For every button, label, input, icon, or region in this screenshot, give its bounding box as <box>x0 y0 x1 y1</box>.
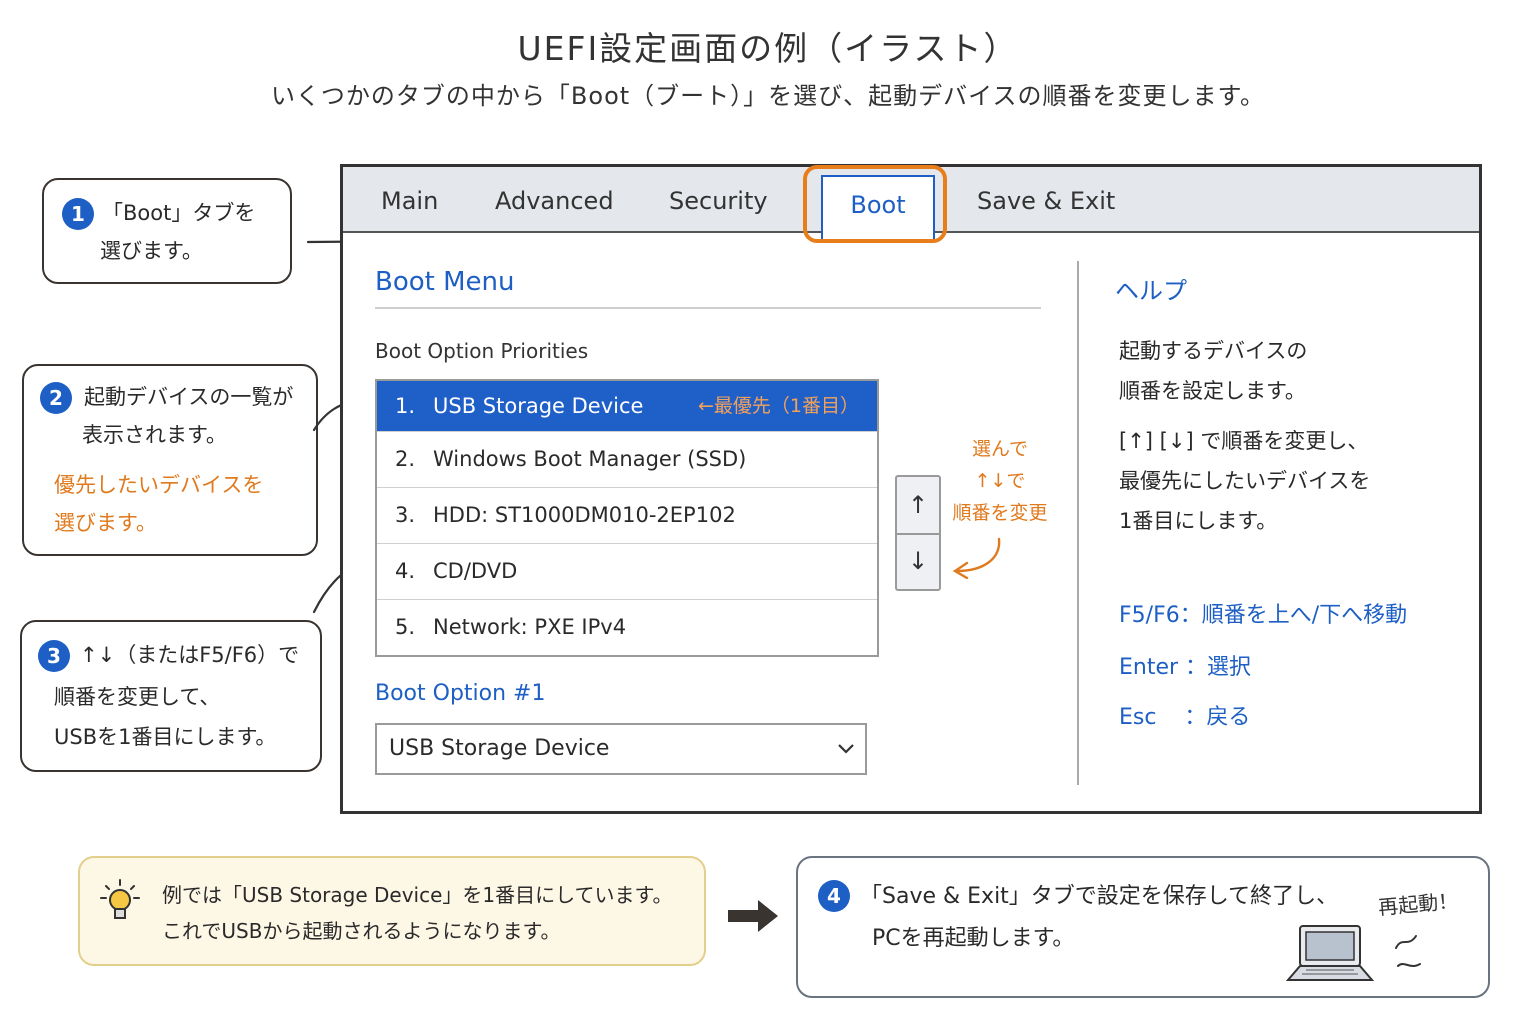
motion-lines-icon <box>1395 935 1421 967</box>
help-line: 最優先にしたいデバイスを <box>1119 469 1371 493</box>
reorder-side-note: 選んで ↑↓で 順番を変更 <box>947 433 1053 529</box>
boot-menu-title: Boot Menu <box>375 267 515 297</box>
device-label: USB Storage Device <box>433 394 644 418</box>
boot-priorities-label: Boot Option Priorities <box>375 339 589 363</box>
boot-device-list: 1. USB Storage Device ←最優先（1番目） 2. Windo… <box>375 379 879 657</box>
move-down-button[interactable]: ↓ <box>897 533 939 589</box>
side-note-line: 順番を変更 <box>952 502 1048 524</box>
side-note-line: ↑↓で <box>974 470 1026 492</box>
boot-device-row[interactable]: 3. HDD: ST1000DM010-2EP102 <box>377 488 877 544</box>
tab-advanced[interactable]: Advanced <box>495 187 614 215</box>
bios-window: Main Advanced Security Save & Exit Boot … <box>340 164 1482 814</box>
boot-option-1-select[interactable]: USB Storage Device <box>375 723 867 775</box>
menu-title-divider <box>375 307 1041 309</box>
help-divider <box>1077 261 1079 785</box>
reorder-buttons: ↑ ↓ <box>895 475 941 591</box>
laptop-icon <box>1285 925 1375 981</box>
next-step-arrow <box>728 900 778 932</box>
step-4-line-2: PCを再起動します。 <box>872 926 1075 951</box>
device-label: Windows Boot Manager (SSD) <box>433 447 747 471</box>
step-4-line-1: 「Save & Exit」タブで設定を保存して終了し、 <box>860 884 1339 909</box>
boot-tab-highlight <box>803 165 947 243</box>
device-number: 2. <box>395 447 416 471</box>
help-key-f5f6: F5/F6：順番を上へ/下へ移動 <box>1119 603 1408 628</box>
side-note-line: 選んで <box>971 438 1029 460</box>
device-number: 5. <box>395 615 416 639</box>
restart-label: 再起動！ <box>1377 888 1460 920</box>
help-line: 順番を設定します。 <box>1119 379 1306 403</box>
tip-line-2: これでUSBから起動されるようになります。 <box>162 919 561 943</box>
tab-security[interactable]: Security <box>669 187 768 215</box>
device-label: Network: PXE IPv4 <box>433 615 627 639</box>
device-number: 1. <box>395 394 416 418</box>
help-key-enter: Enter ：選択 <box>1119 655 1252 680</box>
boot-device-row[interactable]: 1. USB Storage Device ←最優先（1番目） <box>377 381 877 432</box>
device-label: HDD: ST1000DM010-2EP102 <box>433 503 736 527</box>
lightbulb-icon <box>100 879 140 919</box>
device-label: CD/DVD <box>433 559 518 583</box>
step-4-badge: 4 <box>818 880 850 912</box>
tip-line-1: 例では「USB Storage Device」を1番目にしています。 <box>162 883 673 907</box>
side-note-arrow <box>952 537 1001 579</box>
boot-device-row[interactable]: 2. Windows Boot Manager (SSD) <box>377 432 877 488</box>
tab-save-exit[interactable]: Save & Exit <box>977 187 1115 215</box>
tip-box: 例では「USB Storage Device」を1番目にしています。 これでUS… <box>78 856 706 966</box>
tab-main[interactable]: Main <box>381 187 438 215</box>
boot-option-1-value: USB Storage Device <box>389 736 610 761</box>
boot-device-row[interactable]: 5. Network: PXE IPv4 <box>377 600 877 655</box>
device-number: 3. <box>395 503 416 527</box>
help-title: ヘルプ <box>1115 277 1187 305</box>
boot-device-row[interactable]: 4. CD/DVD <box>377 544 877 600</box>
top-priority-tag: ←最優先（1番目） <box>697 395 859 417</box>
help-line: [↑] [↓] で順番を変更し、 <box>1119 429 1369 453</box>
help-line: 起動するデバイスの <box>1119 339 1308 363</box>
device-number: 4. <box>395 559 416 583</box>
move-up-button[interactable]: ↑ <box>897 477 939 533</box>
callout-step-4: 4 「Save & Exit」タブで設定を保存して終了し、 PCを再起動します。… <box>796 856 1490 998</box>
help-key-esc: Esc ：戻る <box>1119 705 1251 730</box>
chevron-down-icon <box>837 725 855 792</box>
help-line: 1番目にします。 <box>1119 509 1278 533</box>
boot-option-1-label: Boot Option #1 <box>375 681 546 706</box>
